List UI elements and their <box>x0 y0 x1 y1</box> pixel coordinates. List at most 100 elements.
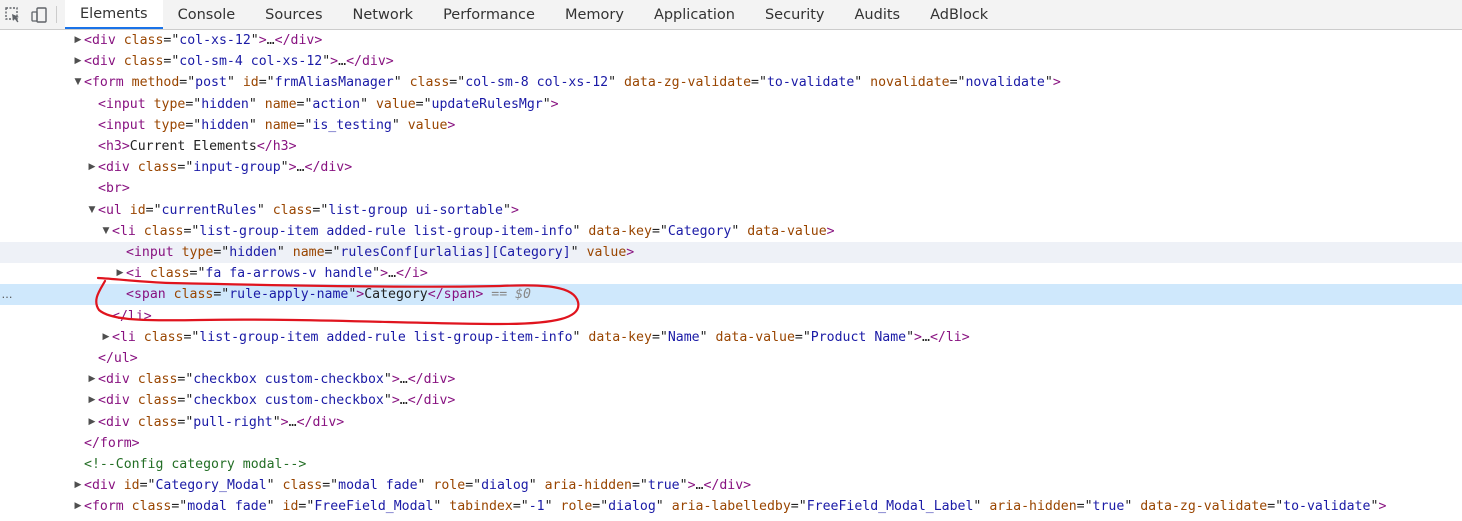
expand-arrow-icon[interactable]: ▶ <box>86 390 98 411</box>
text-node: Category <box>364 287 428 303</box>
attr-quote: =" <box>213 287 230 303</box>
attr-quote: =" <box>189 266 206 282</box>
attribute-value: pull-right <box>193 414 273 430</box>
dom-node: ▶ <i class="fa fa-arrows-v handle">…</i> <box>114 263 428 284</box>
dom-node-row[interactable]: ▶ <i class="fa fa-arrows-v handle">…</i> <box>0 263 1462 284</box>
closing-tag: </div> <box>407 393 456 409</box>
attr-quote: =" <box>324 245 341 260</box>
tab-audits[interactable]: Audits <box>840 0 916 29</box>
elements-tree[interactable]: ▶ <div class="col-xs-12">…</div> ▶ <div cla… <box>0 30 1462 521</box>
attr-quote: " <box>322 54 331 70</box>
dom-node-row[interactable]: ▶ <div class="col-sm-4 col-xs-12">…</div> <box>0 51 1462 72</box>
tab-sources[interactable]: Sources <box>250 0 337 29</box>
attribute-value: checkbox custom-checkbox <box>193 372 384 388</box>
attribute-name: aria-hidden <box>536 478 632 494</box>
attr-quote: " <box>250 33 259 48</box>
expand-arrow-icon[interactable]: ▶ <box>86 369 98 390</box>
attr-quote: " <box>248 117 257 133</box>
closing-tag: </div> <box>407 372 456 388</box>
dom-node: </ul> <box>86 348 138 369</box>
attr-quote: =" <box>185 96 202 112</box>
tab-adblock[interactable]: AdBlock <box>915 0 1003 29</box>
attr-quote: " <box>226 75 235 91</box>
attribute-value: Category_Modal <box>155 478 267 494</box>
expand-arrow-icon[interactable]: ▶ <box>114 263 126 284</box>
tag-name: <input <box>98 117 146 133</box>
tab-memory[interactable]: Memory <box>550 0 639 29</box>
expand-arrow-icon[interactable]: ▶ <box>86 157 98 178</box>
tag-bracket: > <box>550 96 559 112</box>
dom-node-row[interactable]: <h3>Current Elements</h3> <box>0 136 1462 157</box>
dom-node-row[interactable]: ▶ <div id="Category_Modal" class="modal f… <box>0 475 1462 496</box>
attribute-name: class <box>401 75 450 91</box>
expand-arrow-icon[interactable]: ▶ <box>72 496 84 517</box>
dom-node-row[interactable]: <!--Config category modal--> <box>0 454 1462 475</box>
collapse-arrow-icon[interactable]: ▼ <box>100 221 112 242</box>
inspect-element-icon[interactable] <box>0 0 26 30</box>
dom-node-row[interactable]: ▼ <form method="post" id="frmAliasManager… <box>0 72 1462 93</box>
tag-name: <li <box>112 223 136 239</box>
dom-node-row[interactable]: <input type="hidden" name="is_testing" v… <box>0 115 1462 136</box>
device-toggle-icon[interactable] <box>26 0 52 30</box>
attribute-name: class <box>129 372 178 388</box>
attr-quote: =" <box>298 499 315 515</box>
expand-arrow-icon[interactable]: ▶ <box>72 475 84 496</box>
dom-node-row[interactable]: </li> <box>0 306 1462 327</box>
attribute-name: class <box>129 414 178 430</box>
tab-performance[interactable]: Performance <box>428 0 550 29</box>
attribute-value: fa fa-arrows-v handle <box>205 266 373 282</box>
tag-name: <div <box>98 414 130 430</box>
attr-quote: =" <box>449 75 466 91</box>
dom-node-row[interactable]: </ul> <box>0 348 1462 369</box>
attr-quote: " <box>266 499 275 515</box>
tab-network[interactable]: Network <box>338 0 429 29</box>
dom-node-row[interactable]: ▶ <div class="checkbox custom-checkbox">…… <box>0 390 1462 411</box>
dom-node-row[interactable]: ▶ <div class="col-xs-12">…</div> <box>0 30 1462 51</box>
tag-bracket: > <box>510 202 519 218</box>
dom-node: ▶ <div class="checkbox custom-checkbox">…… <box>86 390 456 411</box>
attr-quote: =" <box>163 33 180 48</box>
expand-arrow-icon[interactable]: ▶ <box>86 412 98 433</box>
attribute-value: input-group <box>193 160 281 176</box>
tag-bracket: > <box>258 33 267 48</box>
dom-node-row[interactable]: ▼ <li class="list-group-item added-rule l… <box>0 221 1462 242</box>
tab-elements[interactable]: Elements <box>65 0 163 29</box>
dom-node-row[interactable]: <input type="hidden" name="action" value… <box>0 94 1462 115</box>
collapse-arrow-icon[interactable]: ▼ <box>72 72 84 93</box>
node-menu-icon[interactable]: … <box>0 284 14 305</box>
dom-node-row[interactable]: ▶ <li class="list-group-item added-rule l… <box>0 327 1462 348</box>
attr-quote: " <box>256 202 265 218</box>
attr-quote: " <box>393 75 402 91</box>
dom-node-row[interactable]: </form> <box>0 433 1462 454</box>
attr-quote: " <box>248 96 257 112</box>
tab-application[interactable]: Application <box>639 0 750 29</box>
dom-node: <span class="rule-apply-name">Category</… <box>114 284 531 305</box>
attr-quote: =" <box>949 75 966 91</box>
attr-quote: " <box>391 117 400 133</box>
attr-quote: =" <box>592 499 609 515</box>
dom-node-row[interactable]: ▶ <div class="checkbox custom-checkbox">…… <box>0 369 1462 390</box>
dom-node-row[interactable]: … <span class="rule-apply-name">Category<… <box>0 284 1462 306</box>
collapsed-ellipsis: … <box>921 329 930 345</box>
dom-node-row[interactable]: ▶ <div class="input-group">…</div> <box>0 157 1462 178</box>
attribute-name: data-zg-validate <box>1132 499 1268 515</box>
collapsed-ellipsis: … <box>266 33 275 48</box>
attribute-value: -1 <box>528 499 545 515</box>
dom-node-row[interactable]: ▶ <form class="modal fade" id="FreeField_… <box>0 496 1462 517</box>
attribute-name: novalidate <box>862 75 950 91</box>
attr-quote: =" <box>296 96 313 112</box>
attr-quote: =" <box>183 329 200 345</box>
expand-arrow-icon[interactable]: ▶ <box>72 30 84 51</box>
dom-node-row[interactable]: <input type="hidden" name="rulesConf[url… <box>0 242 1462 263</box>
expand-arrow-icon[interactable]: ▶ <box>72 51 84 72</box>
attr-quote: =" <box>790 499 807 515</box>
dom-node-row[interactable]: ▶ <div class="pull-right">…</div> <box>0 412 1462 433</box>
expand-arrow-icon[interactable]: ▶ <box>100 327 112 348</box>
attribute-name: class <box>129 160 178 176</box>
collapse-arrow-icon[interactable]: ▼ <box>86 200 98 221</box>
tab-console[interactable]: Console <box>163 0 251 29</box>
tab-security[interactable]: Security <box>750 0 840 29</box>
attribute-value: frmAliasManager <box>274 75 394 91</box>
dom-node-row[interactable]: <br> <box>0 178 1462 199</box>
dom-node-row[interactable]: ▼ <ul id="currentRules" class="list-group… <box>0 200 1462 221</box>
